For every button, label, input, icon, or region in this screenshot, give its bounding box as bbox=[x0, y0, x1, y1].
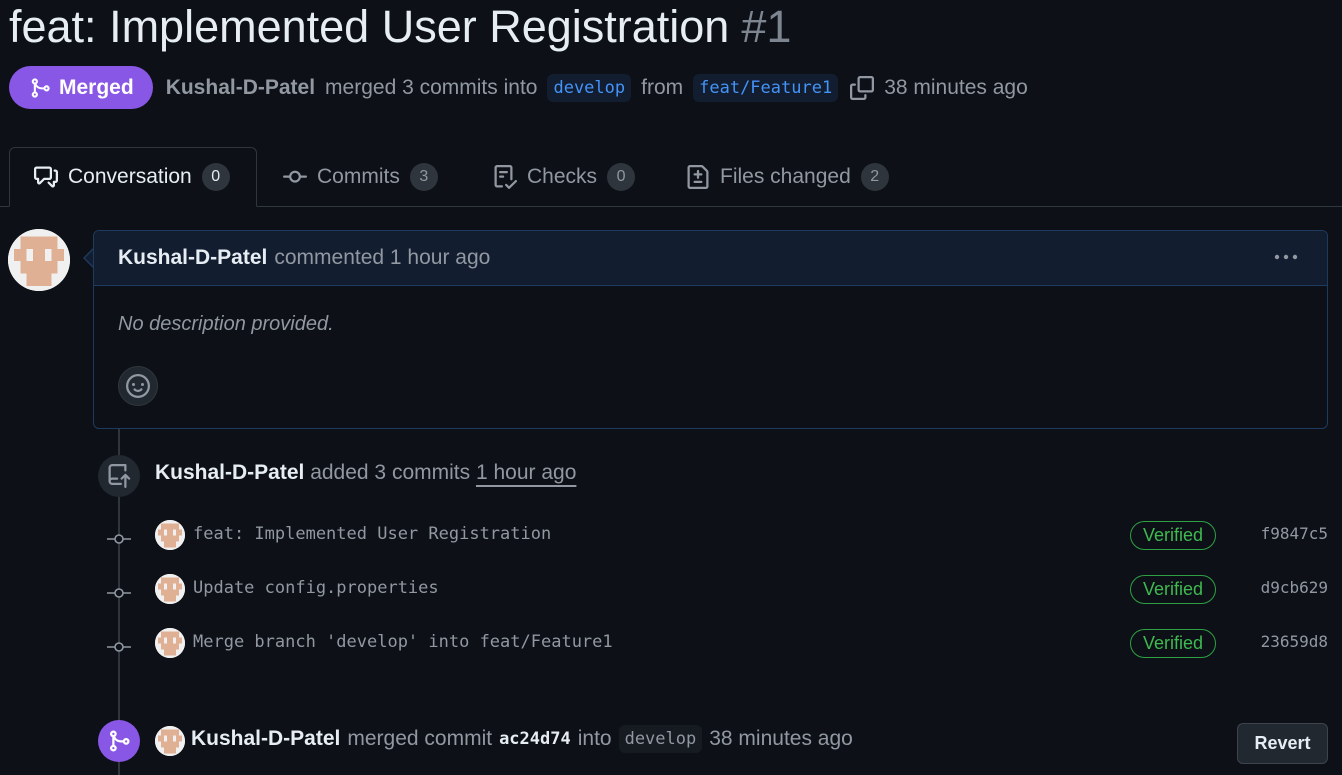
merged-time: 38 minutes ago bbox=[884, 75, 1028, 99]
commit-message-link[interactable]: Update config.properties bbox=[193, 578, 439, 598]
commit-message-link[interactable]: Merge branch 'develop' into feat/Feature… bbox=[193, 632, 613, 652]
checklist-icon bbox=[493, 164, 517, 189]
pr-tabs: Conversation 0 Commits 3 Checks 0 Files … bbox=[0, 147, 1342, 207]
commit-row: feat: Implemented User Registration Veri… bbox=[0, 520, 1342, 560]
smiley-icon bbox=[126, 374, 150, 398]
tab-commits-count: 3 bbox=[409, 162, 438, 191]
file-diff-icon bbox=[686, 164, 710, 189]
merged-state-badge: Merged bbox=[9, 66, 153, 109]
merged-state-label: Merged bbox=[59, 75, 134, 99]
tab-checks-label: Checks bbox=[527, 164, 598, 188]
kebab-horizontal-icon[interactable] bbox=[1273, 247, 1299, 273]
comment-body: No description provided. bbox=[118, 313, 334, 335]
merge-event-action: merged commit bbox=[347, 727, 493, 750]
commit-row: Update config.properties Verified d9cb62… bbox=[0, 574, 1342, 614]
avatar[interactable] bbox=[8, 229, 70, 291]
from-text: from bbox=[641, 75, 684, 99]
commit-sha-link[interactable]: 23659d8 bbox=[1261, 632, 1328, 651]
comment-caret-inner bbox=[85, 250, 93, 266]
head-branch-label[interactable]: feat/Feature1 bbox=[693, 73, 839, 102]
verified-badge[interactable]: Verified bbox=[1130, 575, 1217, 604]
verified-badge[interactable]: Verified bbox=[1130, 629, 1217, 658]
avatar[interactable] bbox=[155, 628, 185, 658]
pr-title: feat: Implemented User Registration bbox=[9, 1, 730, 52]
commit-icon bbox=[107, 639, 131, 657]
tab-commits[interactable]: Commits 3 bbox=[283, 147, 438, 206]
avatar[interactable] bbox=[155, 520, 185, 550]
pr-title-heading: feat: Implemented User Registration #1 bbox=[9, 0, 791, 54]
merge-event-into: into bbox=[577, 727, 612, 750]
commits-added-event: Kushal-D-Patel added 3 commits 1 hour ag… bbox=[155, 461, 576, 485]
commit-sha-link[interactable]: d9cb629 bbox=[1261, 578, 1328, 597]
tab-files-changed[interactable]: Files changed 2 bbox=[686, 147, 889, 206]
commits-event-time[interactable]: 1 hour ago bbox=[476, 461, 576, 484]
tab-conversation-label: Conversation bbox=[68, 165, 192, 188]
comment-header: Kushal-D-Patel commented 1 hour ago bbox=[94, 231, 1327, 286]
copy-icon[interactable] bbox=[850, 75, 875, 100]
merge-event: Kushal-D-Patel merged commit ac24d74 int… bbox=[191, 725, 853, 753]
comment-action: commented 1 hour ago bbox=[274, 246, 491, 269]
conversation-icon bbox=[34, 165, 58, 189]
avatar[interactable] bbox=[155, 726, 185, 756]
revert-button[interactable]: Revert bbox=[1237, 723, 1328, 764]
merge-summary-text: merged 3 commits into bbox=[325, 75, 538, 99]
verified-badge[interactable]: Verified bbox=[1130, 521, 1217, 550]
comment-box: Kushal-D-Patel commented 1 hour ago No d… bbox=[93, 230, 1328, 429]
repo-push-icon bbox=[98, 455, 140, 497]
commits-event-action: added 3 commits bbox=[310, 461, 471, 484]
pr-author-link[interactable]: Kushal-D-Patel bbox=[166, 76, 315, 100]
commit-icon bbox=[283, 165, 307, 189]
commits-event-author[interactable]: Kushal-D-Patel bbox=[155, 461, 304, 484]
merge-branch-label[interactable]: develop bbox=[618, 725, 703, 753]
commit-row: Merge branch 'develop' into feat/Feature… bbox=[0, 628, 1342, 668]
tab-files-changed-count: 2 bbox=[860, 162, 889, 191]
pr-number: #1 bbox=[741, 1, 792, 52]
tab-checks[interactable]: Checks 0 bbox=[493, 147, 636, 206]
git-merge-icon bbox=[29, 77, 51, 99]
commit-sha-link[interactable]: f9847c5 bbox=[1261, 524, 1328, 543]
commit-icon bbox=[107, 585, 131, 603]
commit-message-link[interactable]: feat: Implemented User Registration bbox=[193, 524, 551, 544]
tab-checks-count: 0 bbox=[607, 162, 636, 191]
git-merge-icon bbox=[98, 720, 140, 762]
base-branch-label[interactable]: develop bbox=[547, 73, 632, 102]
merge-event-time: 38 minutes ago bbox=[709, 727, 853, 750]
add-reaction-button[interactable] bbox=[118, 366, 158, 406]
tab-files-changed-label: Files changed bbox=[720, 164, 851, 188]
tab-conversation-count: 0 bbox=[201, 163, 230, 191]
comment-author[interactable]: Kushal-D-Patel bbox=[118, 246, 267, 270]
tab-conversation[interactable]: Conversation 0 bbox=[9, 147, 257, 207]
merge-event-author[interactable]: Kushal-D-Patel bbox=[191, 727, 340, 751]
avatar[interactable] bbox=[155, 574, 185, 604]
merge-commit-sha-link[interactable]: ac24d74 bbox=[499, 729, 571, 749]
tab-commits-label: Commits bbox=[317, 164, 400, 188]
pr-status-line: Merged Kushal-D-Patel merged 3 commits i… bbox=[9, 66, 1028, 109]
commit-icon bbox=[107, 531, 131, 549]
